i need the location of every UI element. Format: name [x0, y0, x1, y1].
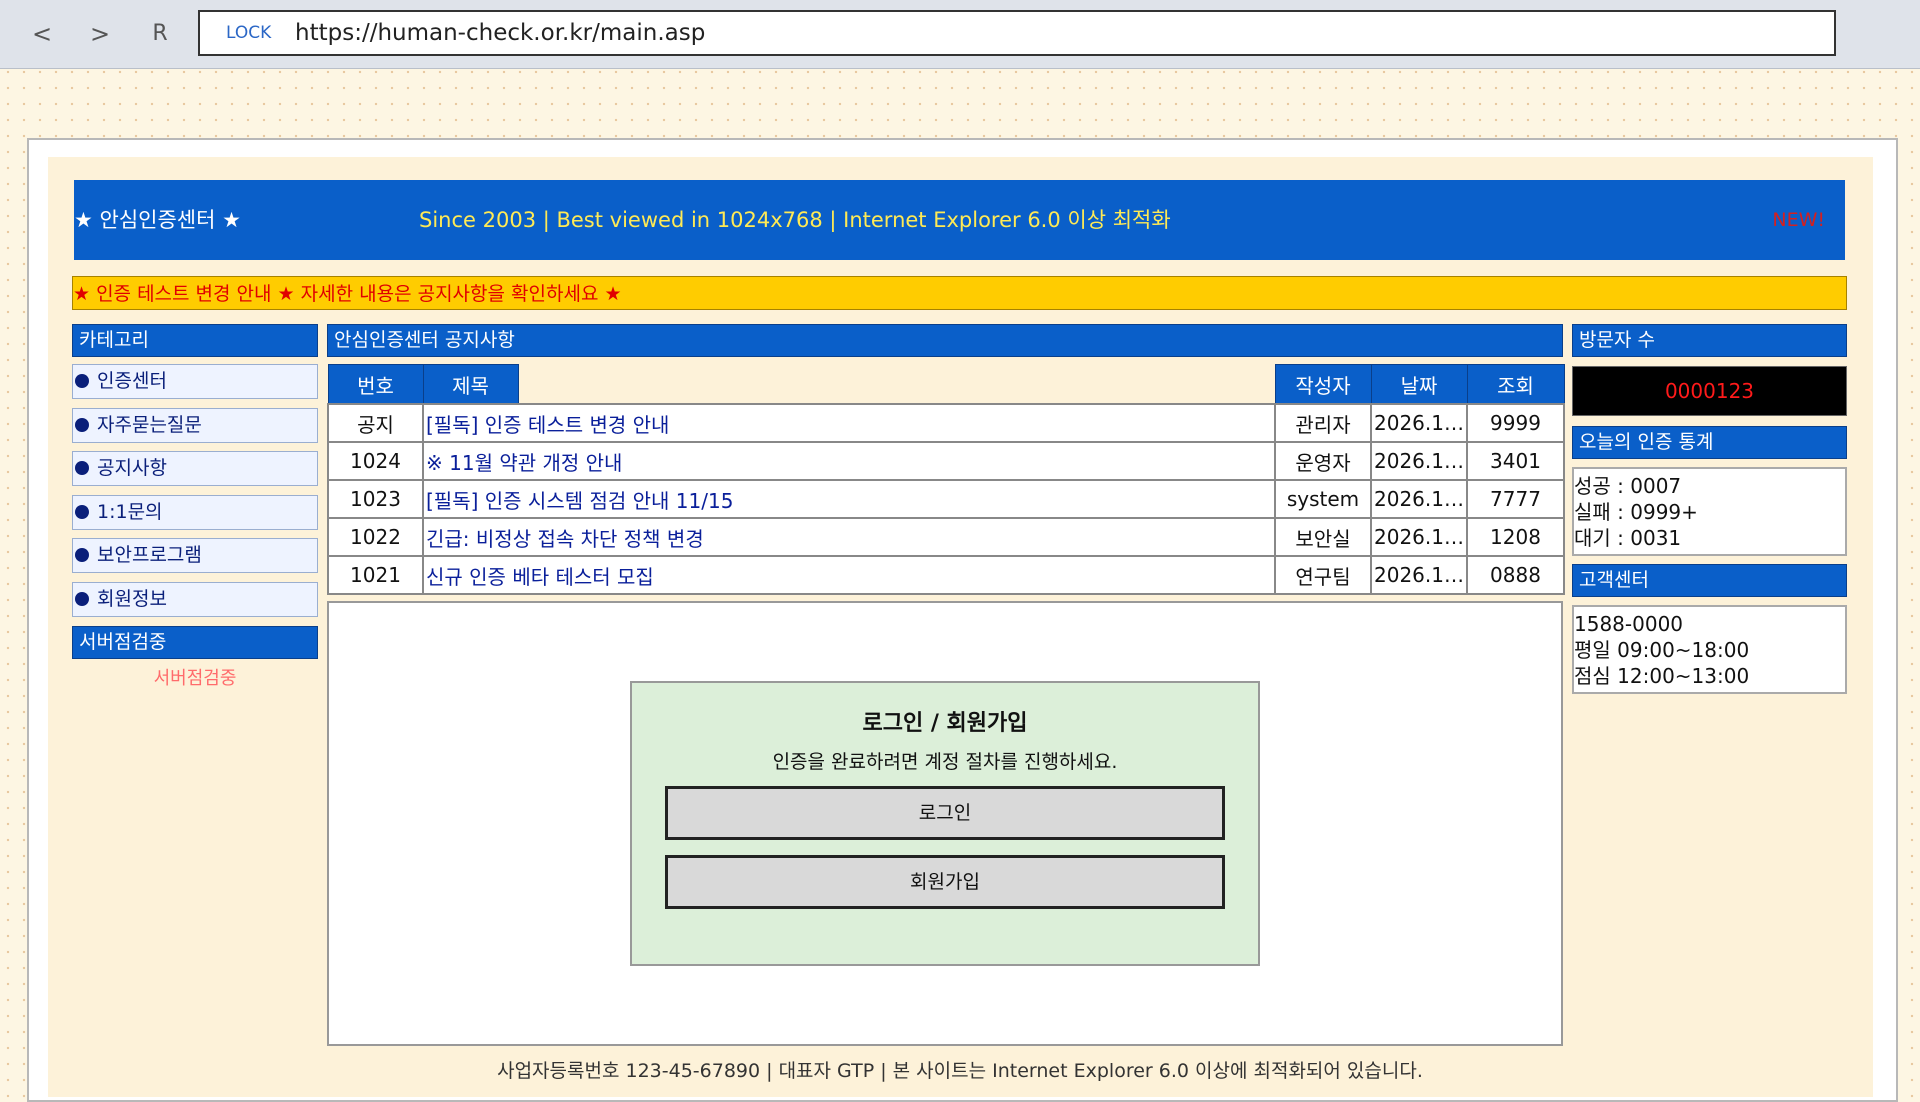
row-author: system	[1274, 479, 1372, 519]
support-title: 고객센터	[1572, 564, 1847, 597]
row-date: 2026.10…	[1370, 441, 1468, 481]
sidebar-item-label: 자주묻는질문	[97, 414, 202, 436]
sidebar-item-security-program[interactable]: 보안프로그램	[72, 538, 318, 573]
support-phone: 1588-0000	[1574, 612, 1684, 636]
row-subject-link[interactable]: ※ 11월 약관 개정 안내	[422, 441, 1276, 481]
table-row[interactable]: 1023 [필독] 인증 시스템 점검 안내 11/15 system 2026…	[327, 479, 1565, 519]
forward-button[interactable]: >	[80, 14, 120, 54]
sidebar-item-label: 1:1문의	[97, 501, 163, 523]
visitors-title: 방문자 수	[1572, 324, 1847, 357]
stat-success: 성공 : 0007	[1574, 474, 1682, 498]
site-name[interactable]: ★ 안심인증센터 ★	[74, 180, 241, 260]
sidebar-item-label: 보안프로그램	[97, 544, 202, 566]
visitor-counter: 0000123	[1572, 366, 1847, 416]
header-info: Since 2003 | Best viewed in 1024x768 | I…	[419, 208, 1171, 232]
row-subject-link[interactable]: [필독] 인증 시스템 점검 안내 11/15	[422, 479, 1276, 519]
signup-button[interactable]: 회원가입	[665, 855, 1225, 909]
back-button[interactable]: <	[22, 14, 62, 54]
maintenance-note: 서버점검중	[153, 668, 237, 689]
support-box: 1588-0000 평일 09:00~18:00 점심 12:00~13:00	[1572, 605, 1847, 694]
browser-toolbar: < > R LOCK https://human-check.or.kr/mai…	[0, 0, 1920, 69]
header-spacer	[518, 365, 1275, 405]
row-views: 3401	[1466, 441, 1565, 481]
stats-box: 성공 : 0007 실패 : 0999+ 대기 : 0031	[1572, 467, 1847, 556]
support-hours: 평일 09:00~18:00	[1574, 638, 1750, 662]
notice-marquee[interactable]: ★ 인증 테스트 변경 안내 ★ 자세한 내용은 공지사항을 확인하세요 ★	[72, 276, 1847, 310]
site-header: ★ 안심인증센터 ★ Since 2003 | Best viewed in 1…	[74, 180, 1845, 260]
sidebar-item-label: 공지사항	[97, 457, 167, 479]
row-author: 운영자	[1274, 441, 1372, 481]
sidebar-item-member-info[interactable]: 회원정보	[72, 582, 318, 617]
stats-title: 오늘의 인증 통계	[1572, 426, 1847, 459]
row-author: 보안실	[1274, 517, 1372, 557]
new-badge: NEW!	[1772, 209, 1825, 231]
reload-button[interactable]: R	[140, 14, 180, 54]
row-no: 1021	[327, 555, 424, 595]
notice-table: 번호 제목 작성자 날짜 조회 공지 [필독] 인증 테스트 변경 안내 관리자…	[327, 364, 1565, 595]
stat-fail: 실패 : 0999+	[1574, 500, 1698, 524]
row-date: 2026.10…	[1370, 555, 1468, 595]
row-views: 9999	[1466, 403, 1565, 443]
bullet-icon	[75, 461, 89, 475]
sidebar-item-notice[interactable]: 공지사항	[72, 451, 318, 486]
table-row[interactable]: 1024 ※ 11월 약관 개정 안내 운영자 2026.10… 3401	[327, 441, 1565, 481]
row-date: 2026.10…	[1370, 479, 1468, 519]
login-title: 로그인 / 회원가입	[862, 711, 1028, 736]
sidebar-item-label: 회원정보	[97, 588, 167, 610]
col-header-views: 조회	[1466, 364, 1565, 405]
row-subject-link[interactable]: 신규 인증 베타 테스터 모집	[422, 555, 1276, 595]
bullet-icon	[75, 418, 89, 432]
table-header-row: 번호 제목 작성자 날짜 조회	[327, 364, 1565, 405]
row-date: 2026.11.…	[1370, 403, 1468, 443]
row-no: 1022	[327, 517, 424, 557]
row-subject-link[interactable]: [필독] 인증 테스트 변경 안내	[422, 403, 1276, 443]
bullet-icon	[75, 592, 89, 606]
support-lunch: 점심 12:00~13:00	[1574, 664, 1750, 688]
col-header-author: 작성자	[1274, 364, 1372, 405]
login-panel: 로그인 / 회원가입 인증을 완료하려면 계정 절차를 진행하세요. 로그인 회…	[630, 681, 1260, 966]
row-no: 1024	[327, 441, 424, 481]
col-header-no: 번호	[327, 364, 424, 405]
bullet-icon	[75, 374, 89, 388]
sidebar-item-label: 인증센터	[97, 370, 167, 392]
row-author: 관리자	[1274, 403, 1372, 443]
sidebar-item-faq[interactable]: 자주묻는질문	[72, 408, 318, 443]
row-subject-link[interactable]: 긴급: 비정상 접속 차단 정책 변경	[422, 517, 1276, 557]
row-date: 2026.10…	[1370, 517, 1468, 557]
lock-icon: LOCK	[226, 23, 272, 43]
col-header-date: 날짜	[1370, 364, 1468, 405]
sidebar-item-auth-center[interactable]: 인증센터	[72, 364, 318, 399]
footer-text: 사업자등록번호 123-45-67890 | 대표자 GTP | 본 사이트는 …	[497, 1060, 1423, 1082]
table-row[interactable]: 1021 신규 인증 베타 테스터 모집 연구팀 2026.10… 0888	[327, 555, 1565, 595]
login-button[interactable]: 로그인	[665, 786, 1225, 840]
sidebar-item-inquiry[interactable]: 1:1문의	[72, 495, 318, 530]
row-author: 연구팀	[1274, 555, 1372, 595]
table-row[interactable]: 공지 [필독] 인증 테스트 변경 안내 관리자 2026.11.… 9999	[327, 403, 1565, 443]
row-no: 공지	[327, 403, 424, 443]
row-views: 0888	[1466, 555, 1565, 595]
row-no: 1023	[327, 479, 424, 519]
table-row[interactable]: 1022 긴급: 비정상 접속 차단 정책 변경 보안실 2026.10… 12…	[327, 517, 1565, 557]
stat-pending: 대기 : 0031	[1574, 526, 1682, 550]
col-header-subject: 제목	[422, 364, 519, 405]
login-subtitle: 인증을 완료하려면 계정 절차를 진행하세요.	[772, 751, 1118, 773]
sidebar-item-server-maintenance[interactable]: 서버점검중	[72, 626, 318, 659]
notice-board-title: 안심인증센터 공지사항	[327, 324, 1563, 357]
category-title: 카테고리	[72, 324, 318, 357]
bullet-icon	[75, 548, 89, 562]
bullet-icon	[75, 505, 89, 519]
address-bar[interactable]: LOCK https://human-check.or.kr/main.asp	[198, 10, 1836, 56]
row-views: 7777	[1466, 479, 1565, 519]
row-views: 1208	[1466, 517, 1565, 557]
url-text[interactable]: https://human-check.or.kr/main.asp	[295, 12, 705, 54]
